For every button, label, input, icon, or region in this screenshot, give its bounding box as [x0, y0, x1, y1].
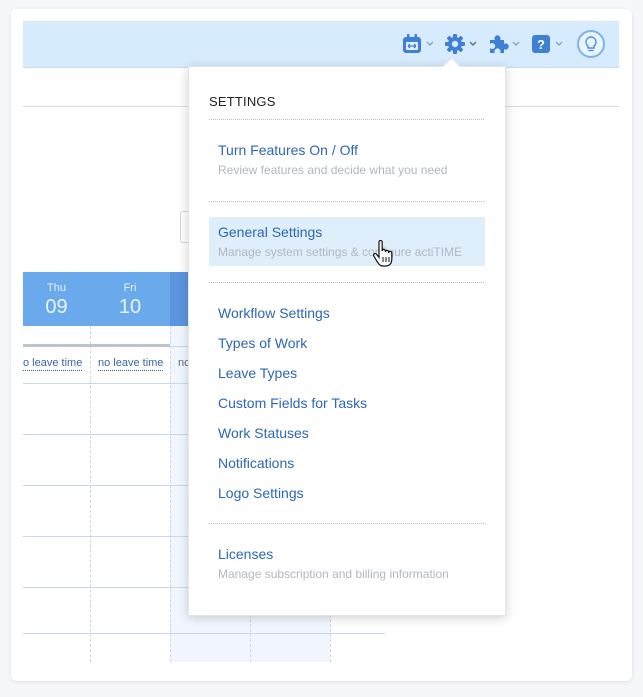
menu-item-types-of-work[interactable]: Types of Work: [218, 335, 307, 352]
puzzle-icon: [490, 35, 509, 53]
menu-item-leave-types[interactable]: Leave Types: [218, 365, 297, 382]
day-header-next: [170, 272, 190, 326]
menu-item-description: Review features and decide what you need: [218, 163, 448, 177]
leave-time-link[interactable]: o leave time: [23, 357, 83, 371]
row-line: [23, 633, 385, 634]
gear-icon: [445, 34, 465, 54]
summary-bar: [23, 344, 170, 347]
leave-time-link[interactable]: no leave time: [98, 357, 164, 371]
menu-item-description: Manage system settings & configure actiT…: [218, 245, 463, 259]
row-line: [170, 346, 190, 347]
day-header-fri: Fri 10: [90, 272, 170, 326]
help-menu-button[interactable]: ?: [530, 33, 563, 55]
lightbulb-icon: [585, 36, 597, 52]
menu-item-label: Licenses: [218, 546, 274, 562]
chevron-down-icon: [512, 41, 520, 46]
menu-item-general-settings[interactable]: General Settings Manage system settings …: [209, 217, 485, 266]
menu-title: SETTINGS: [209, 94, 276, 109]
menu-item-licenses[interactable]: Licenses Manage subscription and billing…: [209, 539, 485, 588]
menu-separator: [209, 201, 484, 202]
top-toolbar: ?: [23, 21, 619, 68]
menu-item-label: Turn Features On / Off: [218, 142, 359, 158]
day-of-week: Thu: [47, 282, 66, 294]
chevron-down-icon: [555, 41, 563, 46]
grid-column-line: [170, 326, 171, 662]
grid-column-line: [90, 326, 91, 662]
menu-item-description: Manage subscription and billing informat…: [218, 567, 449, 581]
menu-separator: [209, 523, 484, 524]
day-number: 10: [118, 296, 142, 318]
chevron-down-icon: [426, 41, 434, 46]
settings-menu-button[interactable]: [444, 33, 477, 55]
day-of-week: Fri: [123, 282, 137, 294]
menu-item-work-statuses[interactable]: Work Statuses: [218, 425, 309, 442]
menu-item-logo-settings[interactable]: Logo Settings: [218, 485, 304, 502]
hand-pointer-cursor: [373, 240, 393, 267]
calendar-menu-button[interactable]: [401, 33, 434, 55]
addons-menu-button[interactable]: [487, 33, 520, 55]
menu-separator: [209, 282, 484, 283]
svg-text:?: ?: [537, 37, 545, 52]
day-number: 09: [45, 296, 68, 318]
day-header-thu: Thu 09: [23, 272, 90, 326]
calendar-icon: [403, 34, 421, 53]
chevron-down-icon: [469, 41, 477, 46]
tips-button[interactable]: [577, 30, 605, 58]
menu-item-turn-features[interactable]: Turn Features On / Off Review features a…: [209, 135, 485, 184]
menu-item-workflow-settings[interactable]: Workflow Settings: [218, 305, 330, 322]
menu-item-custom-fields[interactable]: Custom Fields for Tasks: [218, 395, 367, 412]
menu-item-label: General Settings: [218, 224, 323, 240]
settings-dropdown: SETTINGS Turn Features On / Off Review f…: [188, 57, 506, 616]
menu-separator: [209, 119, 484, 120]
help-icon: ?: [532, 35, 550, 53]
menu-item-notifications[interactable]: Notifications: [218, 455, 294, 472]
